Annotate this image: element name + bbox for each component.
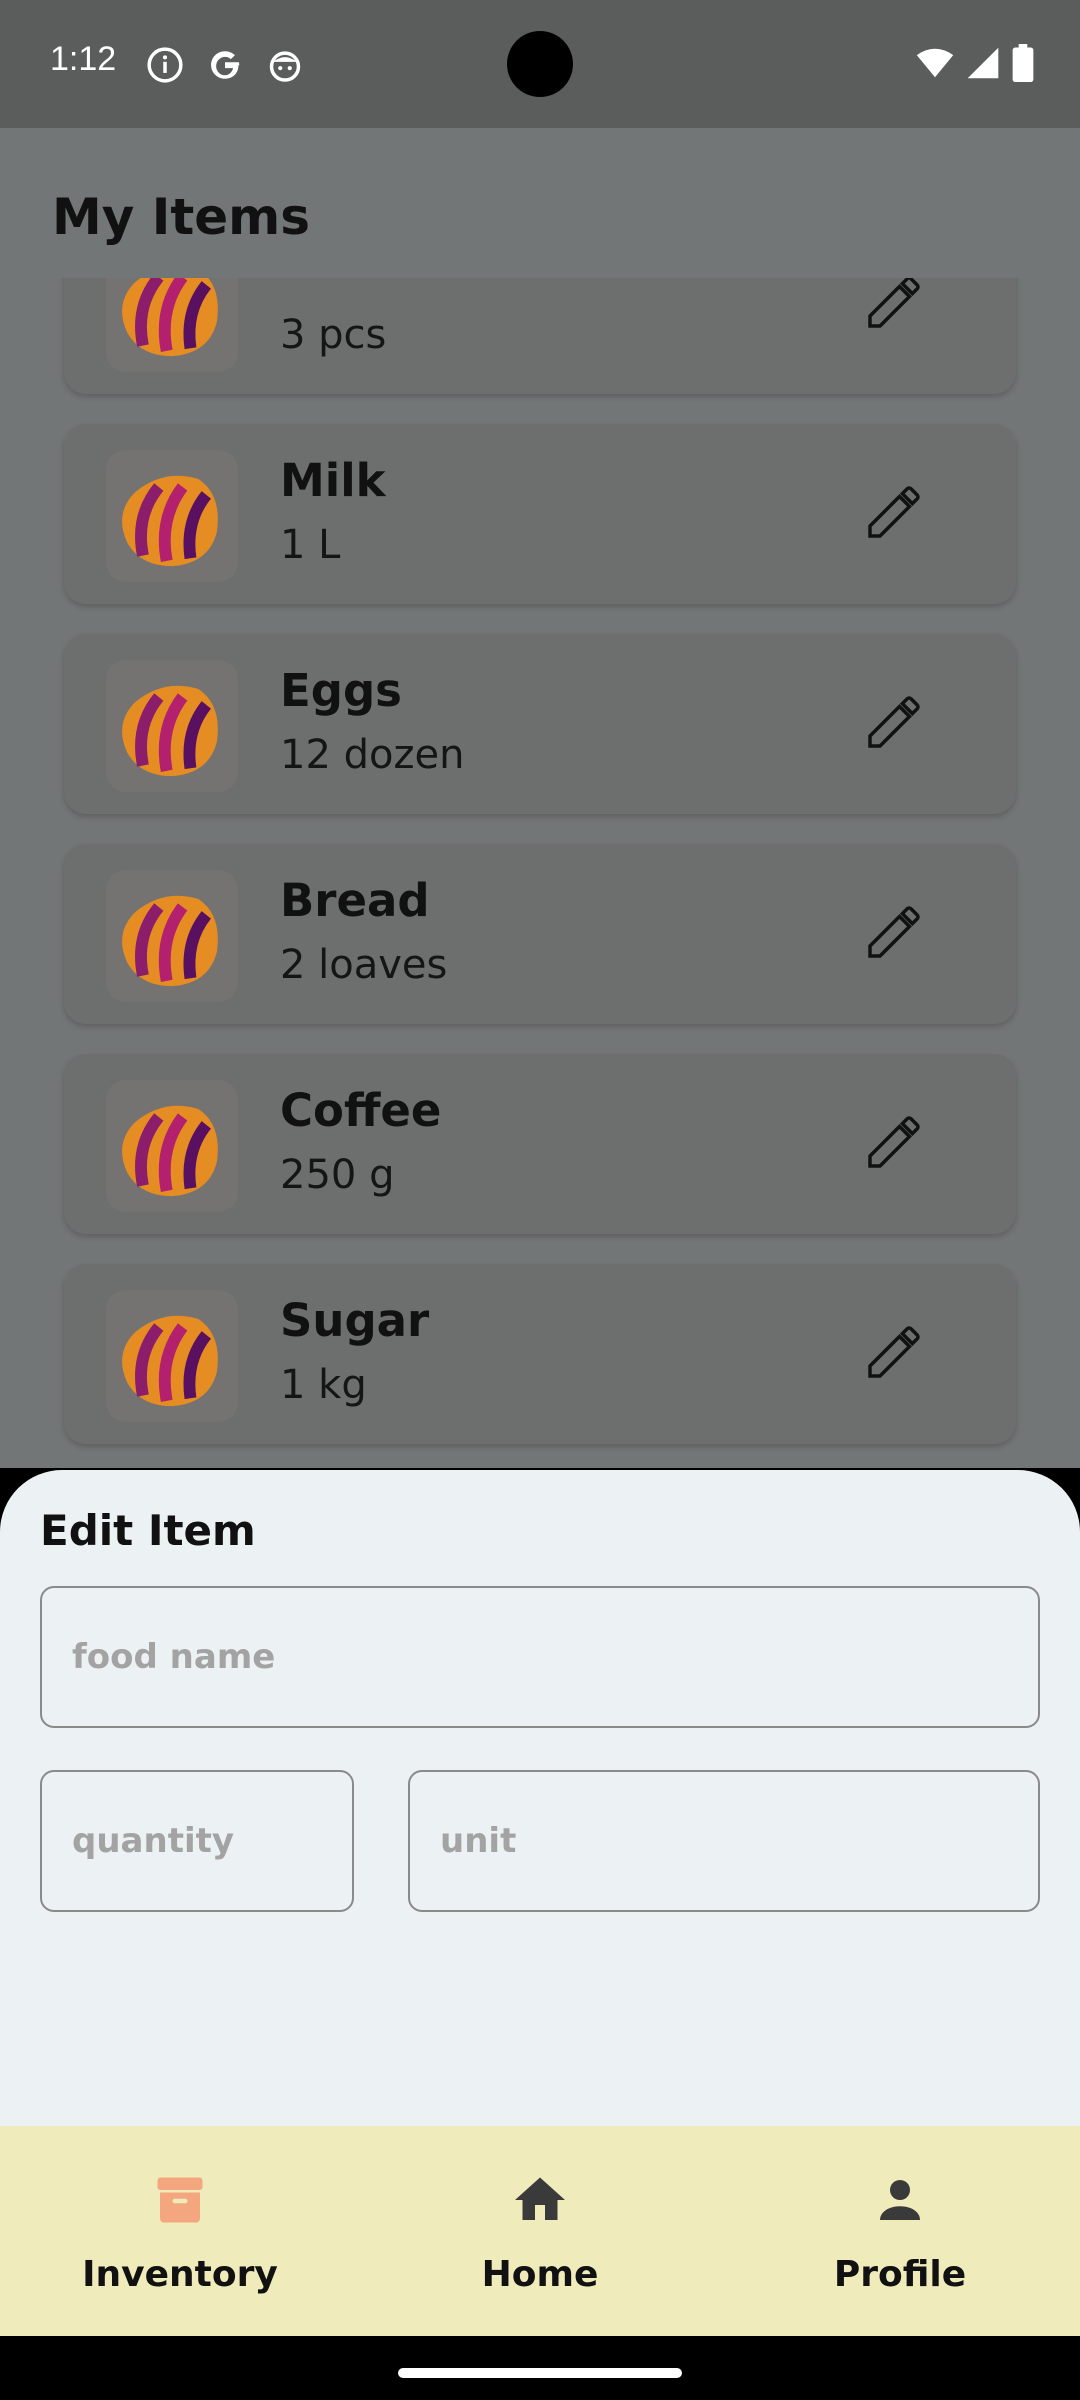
- pencil-icon: [862, 1110, 926, 1178]
- item-name: Sugar: [280, 1294, 430, 1347]
- pencil-icon: [862, 690, 926, 758]
- status-time: 1:12: [50, 40, 117, 78]
- item-card[interactable]: Sugar 1 kg: [64, 1264, 1016, 1444]
- item-quantity: 2 loaves: [280, 942, 448, 988]
- item-card[interactable]: 3 pcs: [64, 278, 1016, 394]
- edit-button[interactable]: [854, 894, 934, 974]
- home-icon: [510, 2170, 570, 2230]
- item-thumbnail: [106, 1290, 238, 1422]
- nav-label: Home: [481, 2254, 599, 2295]
- item-thumbnail: [106, 660, 238, 792]
- camera-cutout: [507, 31, 573, 97]
- wifi-icon: [916, 46, 954, 84]
- edit-button[interactable]: [854, 474, 934, 554]
- item-thumbnail: [106, 450, 238, 582]
- item-card[interactable]: Milk 1 L: [64, 424, 1016, 604]
- gesture-navigation-area: [0, 2336, 1080, 2400]
- food-name-input[interactable]: [40, 1586, 1040, 1728]
- quantity-input[interactable]: [40, 1770, 354, 1912]
- status-notification-icons: [146, 46, 304, 84]
- person-icon: [870, 2170, 930, 2230]
- status-bar: 1:12: [0, 0, 1080, 128]
- item-card[interactable]: Coffee 250 g: [64, 1054, 1016, 1234]
- item-quantity: 250 g: [280, 1152, 395, 1198]
- main-content: My Items 3 pcs Milk 1 L Eggs 12 dozen Br…: [0, 128, 1080, 1468]
- item-thumbnail: [106, 870, 238, 1002]
- pencil-icon: [862, 1320, 926, 1388]
- bottom-navigation: Inventory Home Profile: [0, 2126, 1080, 2336]
- sheet-title: Edit Item: [40, 1506, 256, 1555]
- archive-box-icon: [150, 2170, 210, 2230]
- edit-item-sheet: Edit Item: [0, 1470, 1080, 2130]
- item-name: Coffee: [280, 1084, 442, 1137]
- gesture-handle[interactable]: [398, 2368, 682, 2378]
- item-quantity: 3 pcs: [280, 312, 387, 358]
- nav-item-profile[interactable]: Profile: [720, 2126, 1080, 2336]
- item-thumbnail: [106, 1080, 238, 1212]
- item-name: Milk: [280, 454, 386, 507]
- info-icon: [146, 46, 184, 84]
- edit-button[interactable]: [854, 1104, 934, 1184]
- item-name: Bread: [280, 874, 430, 927]
- item-quantity: 1 L: [280, 522, 341, 568]
- battery-icon: [1012, 44, 1034, 86]
- items-list[interactable]: 3 pcs Milk 1 L Eggs 12 dozen Bread 2 loa…: [0, 278, 1080, 1468]
- nav-label: Profile: [833, 2254, 967, 2295]
- nav-item-home[interactable]: Home: [360, 2126, 720, 2336]
- signal-icon: [966, 46, 1000, 84]
- pencil-icon: [862, 278, 926, 338]
- item-card[interactable]: Eggs 12 dozen: [64, 634, 1016, 814]
- pencil-icon: [862, 480, 926, 548]
- edit-button[interactable]: [854, 278, 934, 344]
- item-name: Eggs: [280, 664, 402, 717]
- status-system-icons: [916, 44, 1034, 86]
- edit-button[interactable]: [854, 1314, 934, 1394]
- nav-label: Inventory: [82, 2254, 278, 2295]
- item-card[interactable]: Bread 2 loaves: [64, 844, 1016, 1024]
- edit-button[interactable]: [854, 684, 934, 764]
- item-quantity: 12 dozen: [280, 732, 465, 778]
- pencil-icon: [862, 900, 926, 968]
- android-face-icon: [266, 46, 304, 84]
- item-quantity: 1 kg: [280, 1362, 367, 1408]
- item-thumbnail: [106, 278, 238, 372]
- page-title: My Items: [52, 188, 311, 246]
- unit-input[interactable]: [408, 1770, 1040, 1912]
- google-icon: [206, 46, 244, 84]
- nav-item-inventory[interactable]: Inventory: [0, 2126, 360, 2336]
